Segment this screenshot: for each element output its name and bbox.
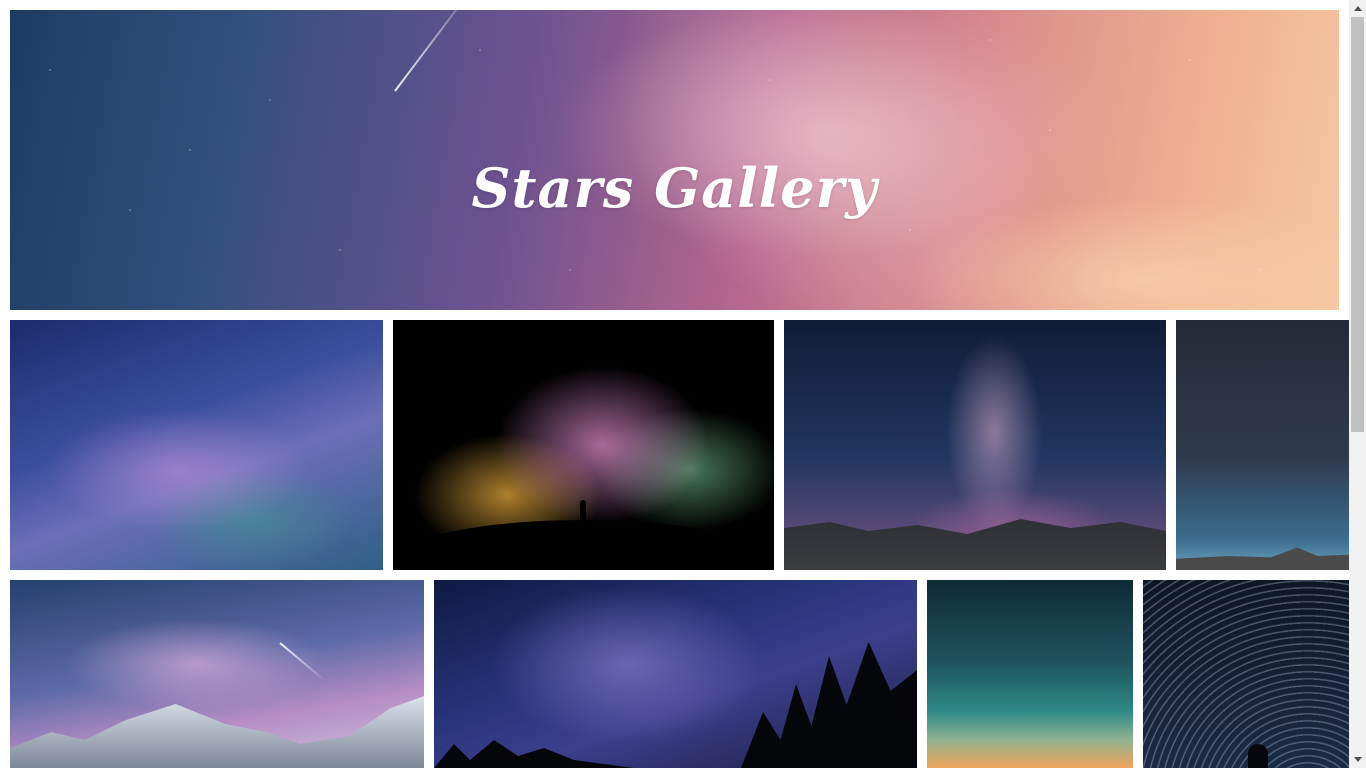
gallery-photo-snowy-mountains-milky-way[interactable] bbox=[10, 580, 424, 768]
snowy-mountain bbox=[10, 696, 424, 768]
page-title: Stars Gallery bbox=[471, 156, 878, 221]
tree-silhouette bbox=[434, 740, 634, 768]
mountain-silhouette bbox=[784, 519, 1166, 570]
vertical-scrollbar[interactable] bbox=[1349, 0, 1366, 768]
shooting-star bbox=[279, 642, 327, 683]
photo-gallery bbox=[10, 320, 1349, 768]
scrollbar-thumb[interactable] bbox=[1351, 17, 1364, 432]
gallery-photo-teal-sky-sunset[interactable] bbox=[927, 580, 1133, 768]
person-silhouette bbox=[580, 500, 586, 538]
gallery-photo-person-under-milky-way[interactable] bbox=[393, 320, 774, 570]
gallery-photo-star-trails[interactable] bbox=[1143, 580, 1349, 768]
hero-banner: Stars Gallery bbox=[10, 10, 1339, 310]
gallery-photo-milky-way-over-mountains[interactable] bbox=[784, 320, 1166, 570]
arrow-down-icon[interactable] bbox=[1349, 751, 1366, 768]
arrow-up-icon[interactable] bbox=[1349, 0, 1366, 17]
person-silhouette bbox=[1248, 744, 1268, 768]
mountain-silhouette bbox=[1176, 547, 1349, 570]
gallery-photo-night-sky-mountain-range[interactable] bbox=[1176, 320, 1349, 570]
gallery-photo-milky-way-forest[interactable] bbox=[434, 580, 917, 768]
tree-silhouette bbox=[741, 642, 917, 768]
gallery-photo-milky-way-blue[interactable] bbox=[10, 320, 383, 570]
